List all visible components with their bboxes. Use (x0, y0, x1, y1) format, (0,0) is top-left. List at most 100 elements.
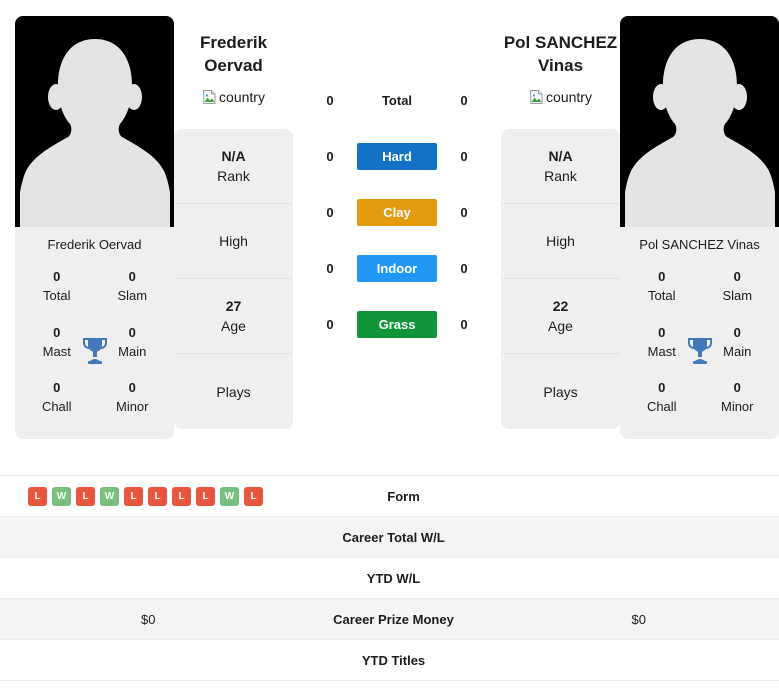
info-age-right: 22 Age (501, 279, 620, 355)
row-left-value: $0 (141, 611, 156, 627)
titles-total-left: 0 Total (19, 260, 95, 316)
table-row: YTD W/L (0, 558, 779, 599)
titles-slam-value: 0 (733, 269, 741, 284)
titles-chall-label: Chall (646, 399, 677, 415)
titles-total-value: 0 (53, 269, 61, 284)
player-comparison: Frederik Oervad 0 Total 0 Slam 0 Mast 0 … (0, 0, 779, 475)
titles-minor-value: 0 (128, 380, 136, 396)
surface-left-value: 0 (326, 92, 334, 108)
info-rank-value: N/A (221, 147, 246, 164)
form-left-cell: LWLWLLLLWL (0, 486, 299, 506)
player-photo-right (620, 16, 779, 227)
info-plays-right: Plays (501, 354, 620, 429)
info-plays-label: Plays (543, 383, 578, 400)
titles-total-value: 0 (658, 269, 666, 284)
titles-total-right: 0 Total (624, 260, 700, 316)
row-label: Career Prize Money (333, 611, 454, 627)
table-row: Career Total W/L (0, 517, 779, 558)
player-card-left[interactable]: Frederik Oervad 0 Total 0 Slam 0 Mast 0 … (15, 16, 174, 440)
row-label: Career Total W/L (342, 529, 445, 545)
head-to-head-stats-table: LWLWLLLLWL Form Career Total W/L YTD W/L… (0, 475, 779, 681)
info-age-value: 27 (225, 297, 242, 314)
surface-row: 0 Total 0 (293, 72, 501, 128)
form-badge-l[interactable]: L (76, 486, 95, 506)
table-row: $0 Career Prize Money $0 (0, 599, 779, 640)
row-label: YTD W/L (366, 570, 421, 586)
surface-right-value: 0 (460, 260, 468, 276)
titles-minor-label: Minor (115, 399, 149, 415)
player-photo-name-right: Pol SANCHEZ Vinas (639, 237, 760, 252)
row-label: Form (387, 488, 420, 504)
info-age-label: Age (548, 318, 573, 335)
titles-minor-label: Minor (720, 399, 754, 415)
titles-chall-label: Chall (41, 399, 72, 415)
player-card-right[interactable]: Pol SANCHEZ Vinas 0 Total 0 Slam 0 Mast (620, 16, 779, 440)
surface-row: 0 Hard 0 (293, 128, 501, 184)
form-badge-l[interactable]: L (172, 486, 191, 506)
country-flag-left-alt: country (219, 89, 265, 106)
form-badge-w[interactable]: W (52, 486, 71, 506)
info-age-label: Age (221, 318, 246, 335)
titles-chall-value: 0 (658, 380, 666, 396)
titles-minor-left: 0 Minor (95, 371, 171, 427)
titles-chall-value: 0 (53, 380, 61, 396)
surface-badge-total: Total (381, 92, 413, 108)
titles-total-label: Total (648, 287, 676, 303)
player-name-right: Pol SANCHEZ Vinas (501, 10, 620, 77)
form-badge-l[interactable]: L (124, 486, 143, 506)
player-info-stack-right: N/A Rank High 22 Age Plays (501, 129, 620, 430)
surface-right-value: 0 (460, 92, 468, 108)
info-rank-left: N/A Rank (174, 129, 293, 205)
broken-image-icon (530, 90, 543, 105)
surface-left-value: 0 (326, 260, 334, 276)
titles-slam-left: 0 Slam (95, 260, 171, 316)
form-badge-w[interactable]: W (100, 486, 119, 506)
surface-row: 0 Grass 0 (293, 296, 501, 352)
surface-badge-hard[interactable]: Hard (357, 142, 437, 170)
surface-right-value: 0 (460, 204, 468, 220)
trophy-icon (82, 337, 107, 364)
titles-slam-right: 0 Slam (700, 260, 776, 316)
titles-slam-value: 0 (128, 269, 136, 284)
info-plays-left: Plays (174, 354, 293, 429)
info-rank-label: Rank (544, 168, 577, 185)
player-name-left-line1: Frederik (199, 33, 268, 52)
table-row: LWLWLLLLWL Form (0, 476, 779, 517)
player-photo-name-left: Frederik Oervad (47, 237, 142, 252)
info-high-label: High (219, 233, 248, 250)
surface-row: 0 Clay 0 (293, 184, 501, 240)
form-badge-w[interactable]: W (220, 486, 239, 506)
info-rank-label: Rank (217, 168, 250, 185)
surface-badge-grass[interactable]: Grass (357, 310, 437, 338)
player-info-stack-left: N/A Rank High 27 Age Plays (174, 129, 293, 430)
titles-slam-label: Slam (722, 287, 753, 303)
info-plays-label: Plays (216, 383, 251, 400)
surface-badge-clay[interactable]: Clay (357, 198, 437, 226)
info-age-left: 27 Age (174, 279, 293, 355)
surface-left-value: 0 (326, 316, 334, 332)
player-name-left-line2: Oervad (204, 55, 263, 75)
person-silhouette-icon (19, 39, 170, 227)
surface-left-value: 0 (326, 204, 334, 220)
form-badge-l[interactable]: L (196, 486, 215, 506)
titles-total-label: Total (43, 287, 71, 303)
surface-left-value: 0 (326, 148, 334, 164)
broken-image-icon (202, 90, 216, 105)
player-name-right-line2: Vinas (537, 55, 584, 75)
player-info-right: Pol SANCHEZ Vinas country N/A Rank High … (501, 10, 620, 430)
form-badge-l[interactable]: L (148, 486, 167, 506)
titles-minor-value: 0 (733, 380, 741, 396)
surface-right-value: 0 (460, 148, 468, 164)
form-badge-l[interactable]: L (28, 486, 47, 506)
country-flag-right: country (529, 89, 592, 105)
form-badges-left: LWLWLLLLWL (28, 486, 263, 506)
info-high-label: High (546, 233, 575, 250)
table-row: YTD Titles (0, 640, 779, 681)
form-badge-l[interactable]: L (244, 486, 263, 506)
surface-badge-indoor[interactable]: Indoor (357, 254, 437, 282)
person-silhouette-icon (624, 39, 775, 227)
row-label: YTD Titles (361, 652, 426, 668)
trophy-icon (687, 337, 712, 364)
surface-right-value: 0 (460, 316, 468, 332)
info-age-value: 22 (552, 297, 569, 314)
